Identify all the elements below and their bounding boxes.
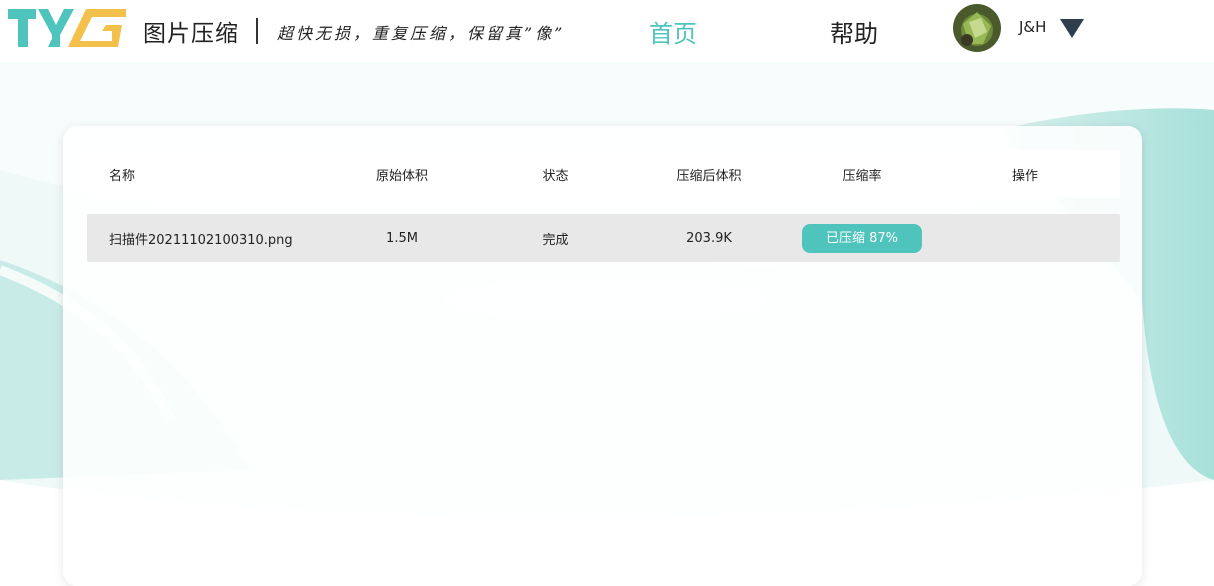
tyg-logo-icon[interactable] [8,7,128,51]
nav-home-link[interactable]: 首页 [649,14,697,49]
title-divider [256,18,258,44]
username: J&H [1019,18,1047,36]
compression-card: 名称 原始体积 状态 压缩后体积 压缩率 操作 扫描件2021110210031… [63,126,1142,586]
original-size: 1.5M [386,230,418,246]
column-header-name: 名称 [109,168,136,184]
compression-rate-badge: 已压缩 87% [802,223,922,253]
column-header-action: 操作 [1011,168,1038,184]
file-table: 名称 原始体积 状态 压缩后体积 压缩率 操作 扫描件2021110210031… [87,150,1120,262]
avatar-image [953,4,1001,52]
status: 完成 [542,232,569,248]
column-header-rate: 压缩率 [842,168,882,184]
compressed-size: 203.9K [686,230,732,246]
column-header-original-size: 原始体积 [375,168,428,184]
app-title: 图片压缩 [143,21,239,47]
table-header: 名称 原始体积 状态 压缩后体积 压缩率 操作 [87,150,1120,198]
user-avatar[interactable] [953,4,1001,52]
table-row: 扫描件20211102100310.png 1.5M 完成 203.9K 已压缩… [87,214,1120,262]
slogan: 超快无损，重复压缩，保留真”像” [277,24,566,43]
rate-cell: 已压缩 87% [794,223,930,253]
top-header: 图片压缩 超快无损，重复压缩，保留真”像” 首页 帮助 J&H [0,0,1214,62]
caret-down-icon[interactable] [1059,18,1085,40]
nav-help-link[interactable]: 帮助 [830,14,878,49]
file-name: 扫描件20211102100310.png [109,232,293,248]
column-header-compressed-size: 压缩后体积 [676,168,742,184]
column-header-status: 状态 [542,168,569,184]
